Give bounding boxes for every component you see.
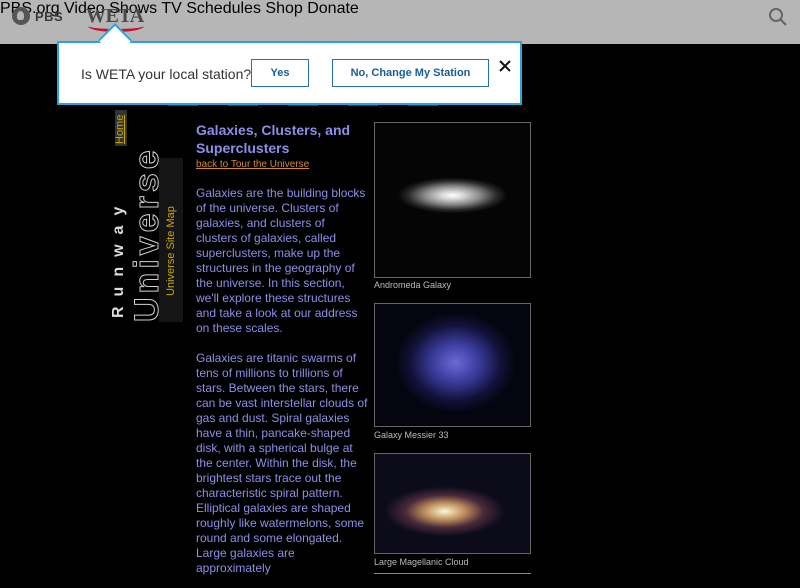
- large-magellanic-cloud-image[interactable]: [374, 453, 531, 554]
- article-content: Galaxies, Clusters, and Superclusters ba…: [196, 121, 368, 576]
- site-map-label: Universe Site Map: [165, 206, 177, 296]
- change-station-button[interactable]: No, Change My Station: [332, 59, 489, 87]
- yes-button[interactable]: Yes: [251, 59, 309, 87]
- messier-33-image[interactable]: [374, 303, 531, 427]
- divider: [374, 573, 531, 574]
- page-title: Galaxies, Clusters, and Superclusters: [196, 122, 351, 156]
- search-icon[interactable]: [768, 7, 788, 27]
- popup-pointer-cover: [102, 42, 130, 54]
- back-to-tour-link[interactable]: back to Tour the Universe: [196, 159, 368, 170]
- home-link-label: Home: [114, 114, 126, 144]
- pbs-logo[interactable]: PBS: [12, 7, 63, 25]
- nav-tv-schedules[interactable]: TV Schedules: [161, 0, 261, 17]
- image-caption: Galaxy Messier 33: [374, 430, 449, 440]
- pbs-head-icon: [12, 7, 30, 25]
- andromeda-galaxy-image[interactable]: [374, 122, 531, 278]
- nav-shop[interactable]: Shop: [265, 0, 302, 17]
- image-caption: Large Magellanic Cloud: [374, 557, 469, 567]
- runway-title: Runway: [106, 158, 128, 322]
- popup-question: Is WETA your local station?: [81, 66, 252, 82]
- close-icon[interactable]: [498, 59, 512, 73]
- pbs-logo-text: PBS: [35, 8, 64, 24]
- image-caption: Andromeda Galaxy: [374, 280, 452, 290]
- runway-text: Runway: [110, 196, 127, 318]
- site-map-link[interactable]: Universe Site Map: [159, 158, 183, 322]
- article-paragraph: Galaxies are the building blocks of the …: [196, 186, 366, 335]
- nav-donate[interactable]: Donate: [307, 0, 359, 17]
- article-paragraph: Galaxies are titanic swarms of tens of m…: [196, 351, 368, 575]
- home-link[interactable]: Home: [114, 110, 127, 146]
